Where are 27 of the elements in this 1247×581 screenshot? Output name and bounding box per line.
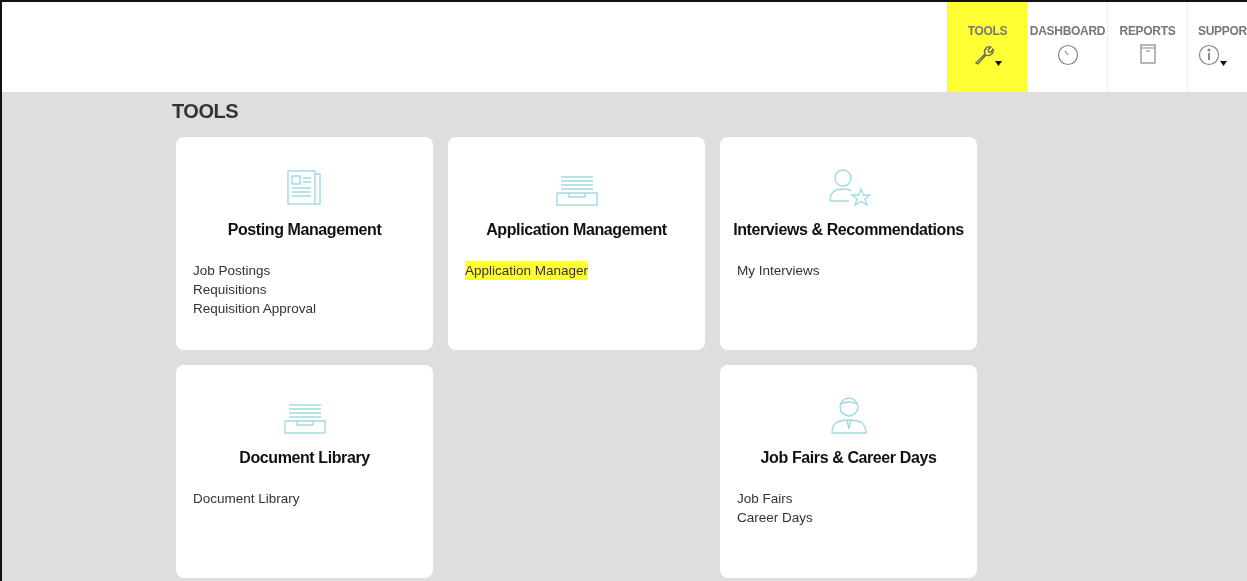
report-icon (1139, 44, 1156, 64)
wrench-icon (973, 44, 995, 66)
page-title: TOOLS (172, 100, 240, 123)
tool-link[interactable]: Document Library (193, 489, 300, 508)
tool-link[interactable]: My Interviews (737, 261, 820, 280)
nav-tab[interactable]: REPORTS (1107, 2, 1187, 92)
nav-tab[interactable]: SUPPOR (1187, 2, 1247, 92)
tool-link[interactable]: Requisition Approval (193, 299, 317, 318)
card-title: Document Library (238, 449, 371, 467)
person-icon (829, 395, 868, 435)
tool-link[interactable]: Job Fairs (737, 489, 793, 508)
tool-link[interactable]: Requisitions (193, 280, 267, 299)
tray-icon (554, 175, 599, 207)
nav-tab[interactable]: TOOLS (947, 2, 1027, 92)
tool-link[interactable]: Career Days (737, 508, 813, 527)
nav-tab[interactable]: DASHBOARD (1027, 2, 1107, 92)
person-star-icon (826, 167, 871, 207)
card-title: Interviews & Recommendations (732, 221, 965, 239)
newspaper-icon (285, 169, 324, 207)
dial-icon (1056, 44, 1079, 66)
card-title: Application Management (485, 221, 668, 239)
info-icon (1198, 44, 1220, 66)
tool-link[interactable]: Job Postings (193, 261, 271, 280)
tool-link[interactable]: Application Manager (465, 261, 589, 280)
tray-icon (282, 403, 327, 435)
card-title: Posting Management (226, 221, 383, 239)
card-title: Job Fairs & Career Days (759, 449, 938, 467)
